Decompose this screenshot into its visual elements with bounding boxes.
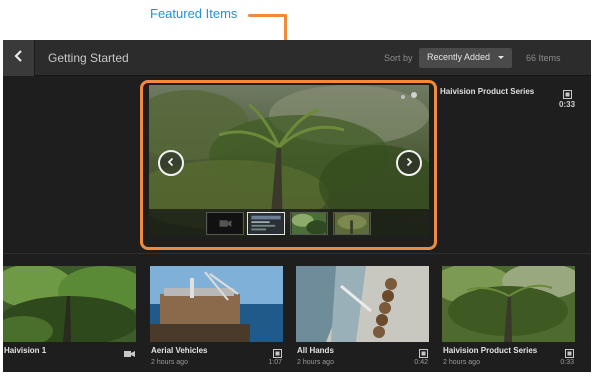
caret-down-icon: [498, 56, 504, 59]
media-thumbnail[interactable]: [150, 266, 283, 342]
media-duration: 0:42: [414, 359, 428, 366]
section-divider: [3, 253, 591, 254]
media-thumbnail[interactable]: [3, 266, 136, 342]
featured-highlight-frame: [140, 80, 437, 250]
sort-value: Recently Added: [427, 52, 491, 62]
item-count: 66 Items: [526, 53, 561, 63]
side-item-title[interactable]: Haivision Product Series: [440, 87, 534, 96]
sort-dropdown[interactable]: Recently Added: [419, 48, 512, 68]
media-duration: 0:33: [560, 359, 574, 366]
callout-line-horizontal: [248, 14, 286, 17]
media-card[interactable]: Aerial Vehicles 2 hours ago 1:07: [150, 266, 283, 366]
media-title[interactable]: Aerial Vehicles: [151, 346, 207, 355]
media-timestamp: 2 hours ago: [151, 359, 188, 366]
page-title: Getting Started: [48, 51, 129, 65]
media-thumbnail[interactable]: [442, 266, 575, 342]
media-title[interactable]: Haivision 1: [4, 346, 46, 355]
media-card[interactable]: Haivision Product Series 2 hours ago 0:3…: [442, 266, 575, 366]
media-card[interactable]: Haivision 1: [3, 266, 136, 357]
top-bar: Getting Started Sort by Recently Added 6…: [3, 40, 591, 76]
sort-label: Sort by: [384, 53, 413, 63]
media-title[interactable]: Haivision Product Series: [443, 346, 537, 355]
media-thumbnail[interactable]: [296, 266, 429, 342]
back-button[interactable]: [3, 40, 35, 76]
chevron-left-icon: [13, 49, 24, 67]
media-duration: 1:07: [268, 359, 282, 366]
media-timestamp: 2 hours ago: [297, 359, 334, 366]
featured-items-callout: Featured Items: [150, 6, 238, 21]
media-title[interactable]: All Hands: [297, 346, 334, 355]
media-timestamp: 2 hours ago: [443, 359, 480, 366]
media-card[interactable]: All Hands 2 hours ago 0:42: [296, 266, 429, 366]
side-item-duration: 0:33: [559, 100, 576, 109]
camera-icon: [124, 345, 135, 363]
